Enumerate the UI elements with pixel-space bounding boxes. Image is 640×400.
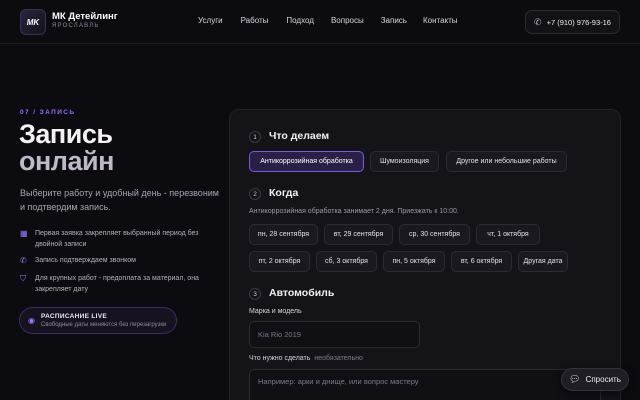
- live-signal-icon: ◉: [28, 316, 35, 325]
- feature-text: Запись подтверждаем звонком: [35, 257, 136, 264]
- optional-hint: необязательно: [314, 355, 363, 362]
- phone-label: +7 (910) 976-93-16: [546, 17, 611, 27]
- service-chip-anticorrosion[interactable]: Антикоррозийная обработка: [249, 151, 364, 172]
- step-number: 2: [249, 188, 261, 200]
- live-title: РАСПИСАНИЕ LIVE: [41, 313, 108, 320]
- step-number: 1: [249, 131, 261, 143]
- ask-label: Спросить: [585, 375, 621, 384]
- phone-button[interactable]: ✆ +7 (910) 976-93-16: [525, 10, 620, 34]
- step-title: Автомобиль: [269, 287, 335, 299]
- task-label-text: Что нужно сделать: [249, 355, 311, 362]
- nav-item-contacts[interactable]: Контакты: [423, 16, 458, 25]
- brand-name: МК Детейлинг: [52, 11, 118, 22]
- date-chip[interactable]: сб, 3 октября: [316, 251, 377, 272]
- site-header: MK МК Детейлинг ЯРОСЛАВЛЬ Услуги Работы …: [0, 0, 640, 44]
- date-chip[interactable]: ср, 30 сентября: [399, 224, 470, 245]
- main-nav: Услуги Работы Подход Вопросы Запись Конт…: [198, 16, 458, 25]
- nav-item-works[interactable]: Работы: [241, 16, 269, 25]
- feature-text: Первая заявка закрепляет выбранный перио…: [35, 230, 199, 248]
- service-chip-soundproofing[interactable]: Шумоизоляция: [370, 151, 439, 172]
- calendar-icon: ▦: [20, 229, 28, 238]
- nav-item-booking[interactable]: Запись: [381, 16, 407, 25]
- task-textarea[interactable]: Например: арки и днище, или вопрос масте…: [249, 369, 601, 400]
- chat-bubble-icon: 💬︎: [569, 374, 581, 384]
- live-schedule-badge: ◉ РАСПИСАНИЕ LIVE Свободные даты меняютс…: [19, 307, 177, 334]
- page-title: Запись онлайн: [19, 121, 114, 175]
- title-line-2: онлайн: [19, 146, 114, 176]
- date-chip[interactable]: пн, 28 сентября: [249, 224, 318, 245]
- other-date-chip[interactable]: Другая дата: [518, 251, 568, 272]
- live-text: Свободные даты меняются без перезагрузки: [41, 322, 167, 328]
- date-chip[interactable]: пн, 5 октября: [383, 251, 445, 272]
- date-chip[interactable]: вт, 29 сентября: [324, 224, 393, 245]
- page-subtitle: Выберите работу и удобный день - перезво…: [20, 188, 219, 212]
- feature-item: ▦ Первая заявка закрепляет выбранный пер…: [20, 229, 200, 250]
- task-label: Что нужно сделать необязательно: [249, 355, 363, 362]
- car-model-input[interactable]: Kia Rio 2019: [249, 321, 420, 348]
- phone-icon: ✆: [534, 16, 542, 27]
- section-tag: 07 / ЗАПИСЬ: [20, 109, 76, 116]
- step-title: Что делаем: [269, 130, 330, 142]
- booking-form: 1 Что делаем Антикоррозийная обработка Ш…: [229, 109, 621, 400]
- step-number: 3: [249, 288, 261, 300]
- nav-item-services[interactable]: Услуги: [198, 16, 223, 25]
- duration-note: Антикоррозийная обработка занимает 2 дня…: [249, 208, 459, 215]
- feature-item: ⛉ Для крупных работ - предоплата за мате…: [20, 274, 200, 295]
- brand-city: ЯРОСЛАВЛЬ: [52, 23, 100, 29]
- date-chip[interactable]: вт, 6 октября: [451, 251, 512, 272]
- shield-check-icon: ⛉: [20, 274, 26, 283]
- step-title: Когда: [269, 187, 299, 199]
- brand[interactable]: МК Детейлинг ЯРОСЛАВЛЬ: [52, 11, 118, 31]
- date-chip[interactable]: пт, 2 октября: [249, 251, 310, 272]
- nav-item-approach[interactable]: Подход: [286, 16, 314, 25]
- service-chip-other[interactable]: Другое или небольшие работы: [446, 151, 567, 172]
- car-model-label: Марка и модель: [249, 308, 302, 315]
- feature-text: Для крупных работ - предоплата за матери…: [35, 275, 199, 293]
- title-line-1: Запись: [19, 119, 113, 149]
- feature-item: ✆ Запись подтверждаем звонком: [20, 256, 200, 267]
- logo[interactable]: MK: [20, 9, 46, 35]
- phone-icon: ✆: [20, 256, 27, 265]
- date-chip[interactable]: чт, 1 октября: [476, 224, 540, 245]
- ask-button[interactable]: 💬︎ Спросить: [561, 368, 629, 391]
- nav-item-faq[interactable]: Вопросы: [331, 16, 364, 25]
